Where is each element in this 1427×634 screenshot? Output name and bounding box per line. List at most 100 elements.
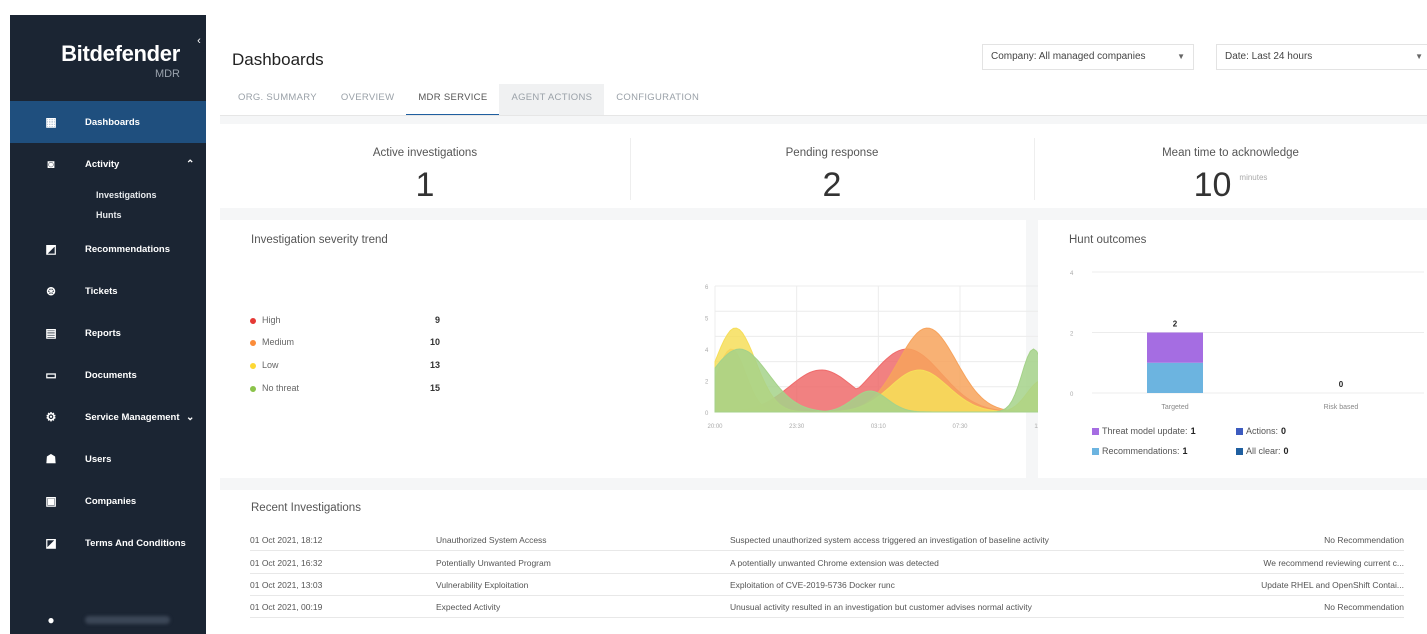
user-profile[interactable]: ● (10, 607, 206, 633)
legend-value: 13 (429, 360, 440, 370)
y-tick-label: 5 (705, 317, 709, 323)
legend-swatch (1236, 428, 1243, 435)
x-tick-label: 07:30 (952, 424, 968, 430)
hunt-legend-recommendations[interactable]: Recommendations: 1 (1092, 446, 1188, 456)
y-tick-label: 6 (705, 285, 709, 291)
legend-label: No threat (262, 383, 300, 393)
legend-value: 0 (1283, 446, 1289, 456)
bar-segment-threat-model-update (1147, 332, 1203, 363)
legend-value: 15 (429, 383, 440, 393)
tab-overview[interactable]: OVERVIEW (329, 84, 406, 116)
sidebar-item-users[interactable]: ☗ Users (10, 438, 206, 480)
terms-icon: ◪ (45, 536, 57, 550)
tab-configuration[interactable]: CONFIGURATION (604, 84, 711, 116)
brand-logo[interactable]: Bitdefender MDR (10, 41, 180, 80)
stat-unit: minutes (1239, 173, 1268, 182)
row-type: Potentially Unwanted Program (436, 558, 551, 568)
table-row[interactable]: 01 Oct 2021, 13:03 Vulnerability Exploit… (250, 574, 1404, 596)
y-tick-label: 4 (1070, 271, 1074, 277)
table-row[interactable]: 01 Oct 2021, 16:32 Potentially Unwanted … (250, 552, 1404, 574)
stat-mean-time-to-acknowledge[interactable]: Mean time to acknowledge 10 minutes (1034, 124, 1427, 214)
sidebar-item-label: Activity (85, 158, 120, 170)
table-row[interactable]: 01 Oct 2021, 18:12 Unauthorized System A… (250, 529, 1404, 551)
sidebar-subitem-hunts[interactable]: Hunts (10, 205, 206, 225)
sidebar-item-companies[interactable]: ▣ Companies (10, 480, 206, 522)
service-management-icon: ⚙ (45, 410, 57, 424)
user-avatar-icon: ● (47, 613, 55, 627)
row-recommendation: Update RHEL and OpenShift Contai... (1261, 580, 1404, 590)
user-name-redacted (85, 616, 170, 624)
hunt-legend-threat-model[interactable]: Threat model update: 1 (1092, 426, 1196, 436)
hunt-outcomes-card: Hunt outcomes 0 2 4 2 Targeted 0 Risk based Th… (1038, 220, 1427, 478)
y-tick-label: 2 (705, 380, 709, 386)
hunt-outcomes-chart[interactable]: 0 2 4 2 Targeted 0 Risk based (1064, 258, 1427, 418)
tickets-icon: ⊛ (45, 284, 57, 298)
row-date: 01 Oct 2021, 13:03 (250, 580, 323, 590)
sidebar-item-service-management[interactable]: ⚙ Service Management ⌄ (10, 396, 206, 438)
sidebar-item-documents[interactable]: ▭ Documents (10, 354, 206, 396)
legend-item-no-threat[interactable]: No threat 15 (250, 382, 440, 398)
legend-item-high[interactable]: High 9 (250, 314, 440, 330)
stat-pending-response[interactable]: Pending response 2 (630, 124, 1034, 214)
chevron-left-icon: ‹ (197, 35, 201, 47)
x-tick-label: 20:00 (707, 424, 723, 430)
y-tick-label: 0 (1070, 392, 1074, 398)
date-filter-dropdown[interactable]: Date: Last 24 hours ▼ (1216, 44, 1427, 70)
x-tick-label: 03:10 (871, 424, 887, 430)
sidebar-item-terms[interactable]: ◪ Terms And Conditions (10, 522, 206, 564)
legend-value: 0 (1281, 426, 1287, 436)
row-date: 01 Oct 2021, 00:19 (250, 602, 323, 612)
sidebar-item-label: Service Management (85, 411, 180, 423)
stat-active-investigations[interactable]: Active investigations 1 (220, 124, 630, 214)
bar-total-label: 2 (1173, 320, 1178, 329)
stat-value: 2 (822, 166, 842, 204)
date-filter-value: Date: Last 24 hours (1225, 51, 1313, 62)
row-date: 01 Oct 2021, 18:12 (250, 535, 323, 545)
card-title: Recent Investigations (251, 502, 361, 514)
hunt-legend-all-clear[interactable]: All clear: 0 (1236, 446, 1289, 456)
legend-label: Recommendations: (1102, 446, 1180, 456)
chevron-up-icon[interactable]: ⌃ (186, 159, 194, 170)
brand-product: MDR (154, 68, 180, 80)
no-threat-dot-icon (250, 386, 256, 392)
bar-total-label: 0 (1339, 380, 1344, 389)
sidebar-item-label: Terms And Conditions (85, 537, 186, 549)
tab-org-summary[interactable]: ORG. SUMMARY (226, 84, 329, 116)
sidebar-item-tickets[interactable]: ⊛ Tickets (10, 270, 206, 312)
users-icon: ☗ (45, 452, 57, 466)
table-row[interactable]: 01 Oct 2021, 00:19 Expected Activity Unu… (250, 596, 1404, 618)
tab-mdr-service[interactable]: MDR SERVICE (406, 84, 500, 116)
stat-value-row: 10 minutes (1034, 166, 1427, 205)
company-filter-dropdown[interactable]: Company: All managed companies ▼ (982, 44, 1194, 70)
app-root: Bitdefender MDR ▦ Dashboards ◙ Activity … (0, 0, 1427, 634)
row-type: Vulnerability Exploitation (436, 580, 529, 590)
x-category-label: Risk based (1324, 404, 1359, 411)
sidebar-item-label: Users (85, 453, 112, 465)
legend-item-medium[interactable]: Medium 10 (250, 336, 440, 352)
sidebar-item-recommendations[interactable]: ◩ Recommendations (10, 228, 206, 270)
hunt-legend-actions[interactable]: Actions: 0 (1236, 426, 1286, 436)
sidebar-item-label: Companies (85, 495, 137, 507)
sidebar-item-reports[interactable]: ▤ Reports (10, 312, 206, 354)
severity-trend-card: Investigation severity trend High 9 Medi… (220, 220, 1213, 478)
sidebar-item-activity[interactable]: ◙ Activity ⌃ (10, 143, 206, 185)
row-description: Unusual activity resulted in an investig… (730, 602, 1032, 612)
sidebar-item-label: Documents (85, 369, 137, 381)
row-recommendation: No Recommendation (1324, 602, 1404, 612)
chevron-down-icon[interactable]: ⌄ (186, 412, 194, 423)
legend-item-low[interactable]: Low 13 (250, 359, 440, 375)
legend-swatch (1092, 448, 1099, 455)
tab-agent-actions[interactable]: AGENT ACTIONS (499, 84, 605, 116)
legend-value: 9 (434, 315, 440, 325)
sidebar-collapse-button[interactable]: ‹ (192, 30, 206, 52)
row-recommendation: We recommend reviewing current c... (1263, 558, 1404, 568)
recommendations-icon: ◩ (45, 242, 57, 256)
companies-icon: ▣ (45, 494, 57, 508)
y-tick-label: 4 (705, 348, 709, 354)
sidebar-nav: ▦ Dashboards ◙ Activity ⌃ Investigations… (10, 101, 206, 564)
sidebar-item-dashboards[interactable]: ▦ Dashboards (10, 101, 206, 143)
sidebar-subitem-investigations[interactable]: Investigations (10, 185, 206, 205)
y-tick-label: 2 (1070, 332, 1074, 338)
row-description: A potentially unwanted Chrome extension … (730, 558, 939, 568)
legend-swatch (1092, 428, 1099, 435)
